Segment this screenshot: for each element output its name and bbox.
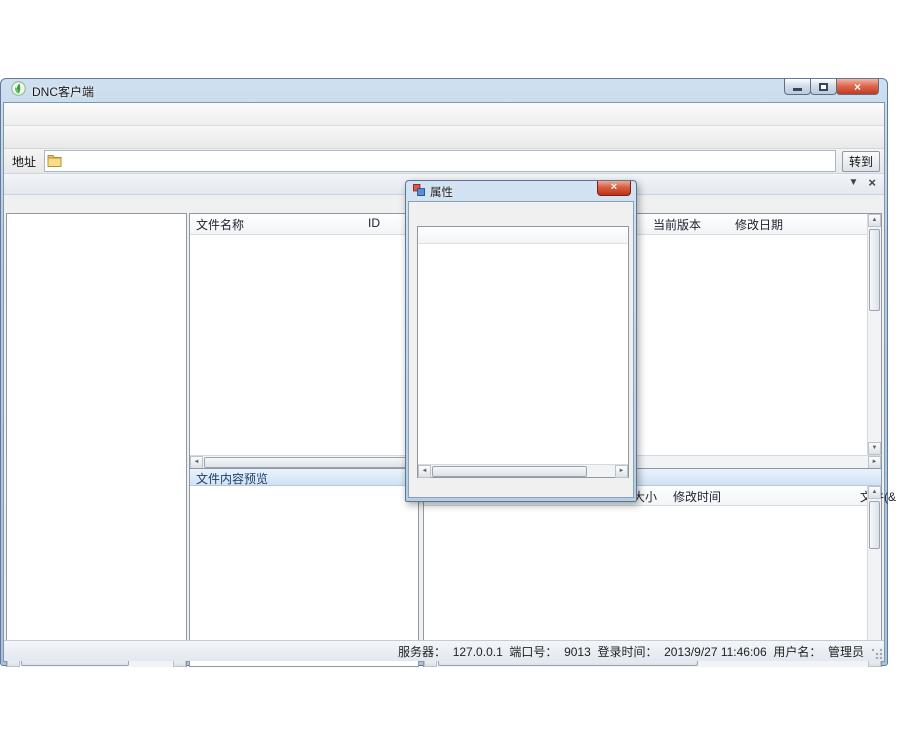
scroll-right-icon[interactable]: ► (615, 465, 628, 478)
scroll-down-icon[interactable]: ▼ (868, 442, 881, 455)
tabstrip-controls: ▼ × (849, 176, 877, 190)
file-preview-panel: 文件内容预览 (189, 468, 419, 667)
properties-icon (413, 183, 425, 201)
column-header-date[interactable]: 修改日期 (735, 216, 783, 233)
desktop: DNC客户端 × 地址 转到 ▼ × (0, 0, 900, 750)
scroll-up-icon[interactable]: ▲ (868, 214, 881, 227)
dialog-title-bar[interactable]: 属性 × (408, 181, 634, 201)
address-label: 地址 (12, 153, 36, 170)
version-list: ◄ ► (417, 226, 629, 478)
scrollbar-thumb[interactable] (869, 229, 880, 311)
panel-dropdown-icon[interactable]: ▼ (849, 176, 859, 190)
window-title: DNC客户端 (32, 83, 94, 100)
title-bar[interactable]: DNC客户端 × (3, 79, 885, 102)
file-list-vertical-scrollbar[interactable]: ▲ ▼ (867, 214, 881, 455)
version-list-horizontal-scrollbar[interactable]: ◄ ► (418, 464, 628, 477)
dialog-close-button[interactable]: × (597, 181, 631, 196)
maximize-button[interactable] (810, 79, 837, 95)
breadcrumb (44, 150, 836, 172)
preview-title: 文件内容预览 (196, 472, 268, 486)
server-tree (7, 214, 186, 652)
panel-close-icon[interactable]: × (868, 176, 876, 190)
minimize-button[interactable] (784, 79, 811, 95)
status-text: 服务器： 127.0.0.1 端口号： 9013 登录时间： 2013/9/27… (398, 643, 864, 660)
scrollbar-thumb[interactable] (869, 501, 880, 549)
column-header-name[interactable]: 文件名称 (196, 216, 244, 233)
preview-title-band: 文件内容预览 (190, 469, 418, 486)
column-header-time[interactable]: 修改时间 (673, 488, 721, 505)
column-header-id[interactable]: ID (368, 216, 380, 230)
minimize-icon (793, 88, 802, 91)
maximize-icon (819, 83, 828, 91)
column-header-version[interactable]: 当前版本 (653, 216, 701, 233)
close-button[interactable]: × (836, 79, 879, 95)
caption-buttons: × (785, 79, 879, 95)
folder-icon (47, 153, 62, 172)
attachments-vertical-scrollbar[interactable]: ▲ ▼ (867, 486, 881, 653)
scroll-up-icon[interactable]: ▲ (868, 486, 881, 499)
go-button[interactable]: 转到 (842, 151, 880, 172)
toolbar (4, 126, 884, 149)
dialog-title: 属性 (430, 184, 453, 200)
status-bar: 服务器： 127.0.0.1 端口号： 9013 登录时间： 2013/9/27… (4, 640, 884, 661)
properties-dialog: 属性 × ◄ ► (405, 180, 637, 502)
address-bar: 地址 转到 (4, 149, 884, 174)
app-icon (11, 81, 26, 101)
menu-bar (4, 103, 884, 126)
scrollbar-thumb[interactable] (432, 466, 587, 477)
dialog-body: ◄ ► (408, 201, 634, 498)
tree-panel: ◄ ► (6, 213, 187, 667)
resize-grip[interactable] (870, 647, 882, 659)
version-list-header (418, 227, 628, 244)
scroll-left-icon[interactable]: ◄ (418, 465, 431, 478)
